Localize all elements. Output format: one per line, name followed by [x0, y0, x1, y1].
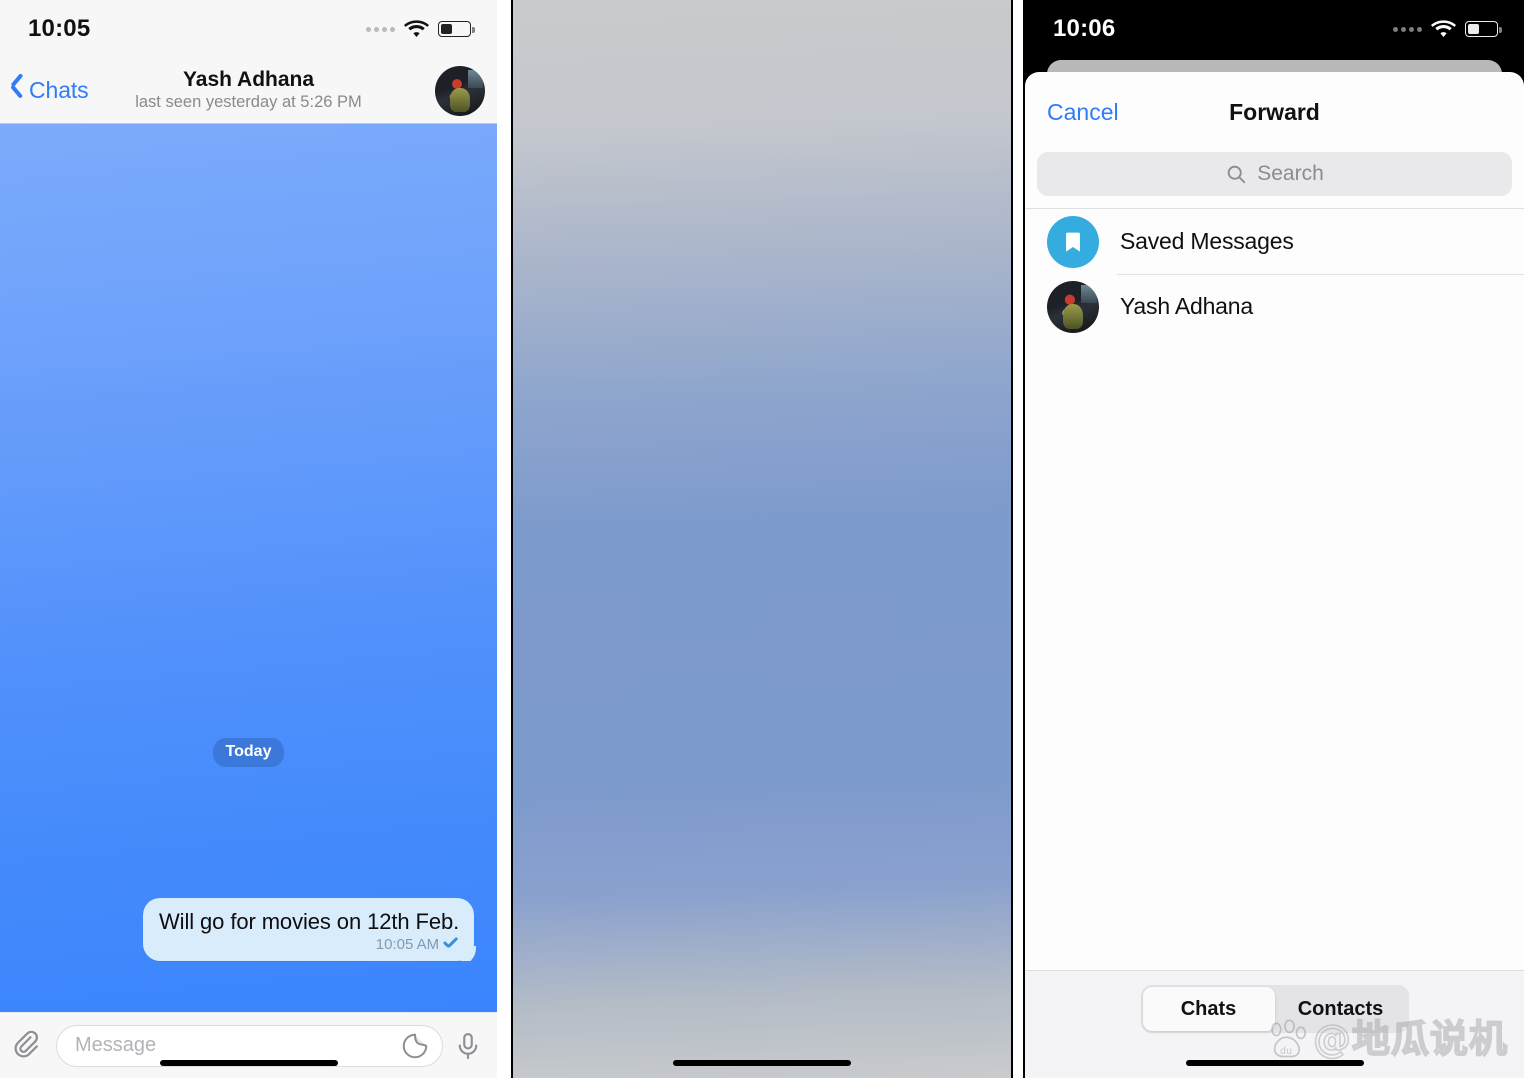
- search-placeholder: Search: [1257, 162, 1324, 185]
- sheet-header: Cancel Forward: [1025, 72, 1524, 152]
- list-item[interactable]: Yash Adhana: [1025, 274, 1524, 339]
- panel-divider-1: [497, 0, 513, 1078]
- status-indicators: [1393, 20, 1502, 38]
- tab-chats[interactable]: Chats: [1142, 987, 1275, 1031]
- list-item-label: Saved Messages: [1120, 228, 1294, 254]
- search-input[interactable]: Search: [1037, 152, 1512, 196]
- message-placeholder: Message: [75, 1034, 157, 1056]
- back-label: Chats: [29, 77, 89, 103]
- cellular-dots-icon: [366, 26, 395, 32]
- cancel-button[interactable]: Cancel: [1047, 99, 1119, 126]
- search-container: Search: [1025, 152, 1524, 208]
- status-indicators: [366, 20, 475, 38]
- list-item-label: Yash Adhana: [1120, 293, 1253, 319]
- message-bubble[interactable]: Will go for movies on 12th Feb. 10:05 AM: [143, 898, 475, 961]
- tab-contacts[interactable]: Contacts: [1275, 987, 1407, 1031]
- chat-background: [0, 124, 497, 1012]
- battery-icon: [1465, 21, 1502, 37]
- date-separator: Today: [212, 738, 285, 767]
- phone-panel-context-menu: Will go for movies on 12th Feb. 10:05 AM…: [513, 0, 1011, 1078]
- phone-panel-forward-sheet: 10:06 Cancel Forward Search Saved Messag…: [1025, 0, 1524, 1078]
- home-indicator: [673, 1060, 851, 1066]
- list-item[interactable]: Saved Messages: [1025, 209, 1524, 274]
- microphone-icon[interactable]: [453, 1029, 483, 1063]
- search-icon: [1225, 163, 1247, 185]
- chevron-left-icon: [10, 79, 23, 102]
- screenshot-stage: 10:05 Chats Yash Adhana last seen yester…: [0, 0, 1524, 1078]
- wifi-icon: [1431, 20, 1456, 38]
- back-to-chats-button[interactable]: Chats: [10, 77, 89, 104]
- phone-panel-chat: 10:05 Chats Yash Adhana last seen yester…: [0, 0, 497, 1078]
- message-time: 10:05 AM: [375, 936, 440, 953]
- status-bar: 10:06: [1025, 0, 1524, 58]
- paperclip-icon[interactable]: [12, 1029, 46, 1063]
- home-indicator: [159, 1060, 338, 1066]
- forward-target-list: Saved Messages Yash Adhana: [1025, 208, 1524, 339]
- bubble-tail: [461, 941, 481, 961]
- status-time: 10:06: [1053, 15, 1116, 42]
- home-indicator: [1185, 1060, 1364, 1066]
- contact-avatar[interactable]: [435, 65, 485, 116]
- check-sent-icon: [442, 938, 459, 951]
- battery-icon: [438, 21, 475, 37]
- avatar: [1047, 280, 1099, 333]
- forward-sheet: Cancel Forward Search Saved Messages Yas…: [1025, 72, 1524, 1078]
- message-composer: Message: [0, 1012, 497, 1078]
- panel-divider-2: [1011, 0, 1025, 1078]
- status-time: 10:05: [28, 15, 91, 42]
- chat-navbar: Chats Yash Adhana last seen yesterday at…: [0, 58, 497, 124]
- segmented-control: Chats Contacts: [1140, 985, 1409, 1033]
- wifi-icon: [404, 20, 429, 38]
- status-bar: 10:05: [0, 0, 497, 58]
- message-meta: 10:05 AM: [159, 936, 459, 953]
- sticker-icon[interactable]: [400, 1031, 430, 1061]
- bookmark-icon: [1047, 215, 1099, 268]
- message-text: Will go for movies on 12th Feb.: [159, 909, 460, 934]
- cellular-dots-icon: [1393, 26, 1422, 32]
